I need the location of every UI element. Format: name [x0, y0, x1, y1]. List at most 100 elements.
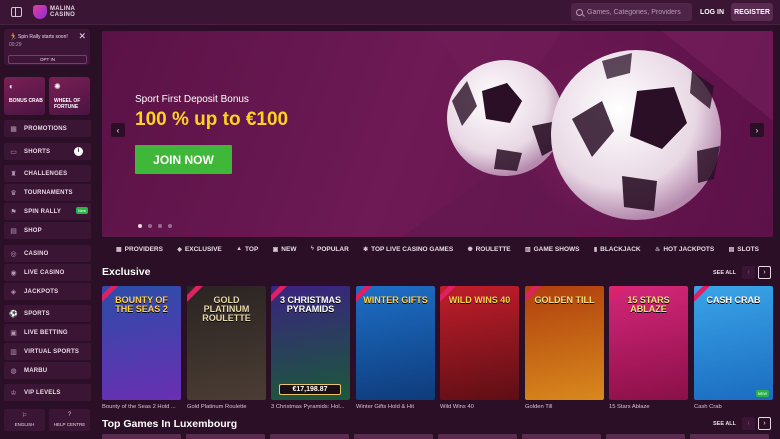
game-name[interactable]: Golden Till: [525, 404, 605, 410]
category-label: HOT JACKPOTS: [663, 245, 715, 253]
wheel-of-fortune-tile[interactable]: ✺ WHEEL OF FORTUNE: [49, 77, 90, 115]
banner-headline: 100 % up to €100: [135, 109, 289, 130]
see-all-link[interactable]: SEE ALL: [713, 421, 736, 427]
game-card[interactable]: GOLDEN TILL: [525, 286, 604, 400]
pagination-dot[interactable]: [148, 224, 152, 228]
game-name[interactable]: 15 Stars Ablaze: [609, 404, 689, 410]
info-icon[interactable]: i: [74, 147, 83, 156]
sidebar-item-shorts[interactable]: ▭ SHORTS i: [4, 143, 91, 160]
sidebar-item-virtual-sports[interactable]: ▥ VIRTUAL SPORTS: [4, 343, 91, 360]
game-card[interactable]: [690, 434, 769, 439]
pagination-dot[interactable]: [138, 224, 142, 228]
sidebar: 🏃 Spin Rally starts soon! 00:29 ✕ OPT IN…: [0, 25, 95, 439]
new-badge: New: [75, 207, 88, 214]
help-centre-button[interactable]: ? HELP CENTRE: [49, 409, 90, 431]
menu-toggle-icon[interactable]: [11, 7, 22, 17]
jackpot-amount: €17,198.87: [279, 384, 341, 395]
category-slots[interactable]: ▤ SLOTS: [729, 246, 759, 253]
fire-icon: ♨: [654, 246, 661, 253]
game-card[interactable]: [186, 434, 265, 439]
game-name[interactable]: Winter Gifts Hold & Hit: [356, 404, 436, 410]
game-name[interactable]: Wild Wins 40: [440, 404, 520, 410]
logo-line2: CASINO: [50, 12, 76, 18]
sidebar-item-promotions[interactable]: ▦ PROMOTIONS: [4, 120, 91, 137]
category-label: GAME SHOWS: [533, 245, 580, 253]
diamond-icon: ◆: [177, 246, 182, 253]
game-name[interactable]: Gold Platinum Roulette: [187, 404, 267, 410]
sidebar-item-tournaments[interactable]: ♛ TOURNAMENTS: [4, 184, 91, 201]
grid-icon: ▦: [116, 246, 122, 253]
sidebar-item-jackpots[interactable]: ◈ JACKPOTS: [4, 283, 91, 300]
bonus-crab-tile[interactable]: ◐ BONUS CRAB: [4, 77, 45, 115]
game-name[interactable]: Cash Crab: [694, 404, 774, 410]
opt-in-button[interactable]: OPT IN: [8, 55, 87, 64]
scroll-right-button[interactable]: ›: [758, 266, 771, 279]
spin-rally-notice: 🏃 Spin Rally starts soon! 00:29 ✕ OPT IN: [4, 29, 90, 65]
category-roulette[interactable]: ✺ ROULETTE: [468, 246, 511, 253]
sidebar-item-spin-rally[interactable]: ⚑ SPIN RALLY New: [4, 203, 91, 220]
sidebar-item-sports[interactable]: ⚽ SPORTS: [4, 305, 91, 322]
category-exclusive[interactable]: ◆ EXCLUSIVE: [177, 246, 221, 253]
category-label: NEW: [281, 245, 297, 253]
game-art-title: 3 CHRISTMAS PYRAMIDS: [279, 295, 341, 314]
sidebar-item-live-betting[interactable]: ▣ LIVE BETTING: [4, 324, 91, 341]
banner-title: Sport First Deposit Bonus: [135, 94, 249, 105]
crown-icon: ♔: [10, 389, 17, 397]
cart-icon: ▤: [10, 227, 17, 235]
register-button[interactable]: REGISTER: [731, 3, 773, 21]
login-button[interactable]: LOG IN: [697, 3, 727, 21]
section-title-top-games: Top Games In Luxembourg: [102, 418, 238, 430]
scroll-left-button[interactable]: ‹: [742, 417, 755, 430]
game-name[interactable]: Bounty of the Seas 2 Hold ...: [102, 404, 182, 410]
banner-prev-button[interactable]: ‹: [111, 123, 125, 137]
notice-timer: 00:29: [9, 42, 22, 48]
close-icon[interactable]: ✕: [78, 31, 86, 42]
category-popular[interactable]: ϟ POPULAR: [311, 246, 349, 253]
pagination-dot[interactable]: [168, 224, 172, 228]
scroll-left-button[interactable]: ‹: [742, 266, 755, 279]
sidebar-item-casino[interactable]: ◎ CASINO: [4, 245, 91, 262]
scroll-right-button[interactable]: ›: [758, 417, 771, 430]
category-blackjack[interactable]: ▮ BLACKJACK: [594, 246, 641, 253]
sidebar-item-vip-levels[interactable]: ♔ VIP LEVELS: [4, 384, 91, 401]
ball-icon: ⚽: [9, 310, 18, 318]
game-card[interactable]: BOUNTY OF THE SEAS 2: [102, 286, 181, 400]
game-card[interactable]: [438, 434, 517, 439]
category-top-live-casino[interactable]: ✱ TOP LIVE CASINO GAMES: [363, 246, 453, 253]
banner-next-button[interactable]: ›: [750, 123, 764, 137]
category-providers[interactable]: ▦ PROVIDERS: [116, 246, 163, 253]
search-icon: [576, 8, 583, 16]
game-card[interactable]: 15 STARS ABLAZE: [609, 286, 688, 400]
sidebar-item-label: PROMOTIONS: [24, 125, 68, 132]
pagination-dot[interactable]: [158, 224, 162, 228]
game-card[interactable]: [606, 434, 685, 439]
game-card[interactable]: [102, 434, 181, 439]
category-hot-jackpots[interactable]: ♨ HOT JACKPOTS: [655, 246, 714, 253]
search-input[interactable]: [587, 8, 687, 16]
game-card[interactable]: 3 CHRISTMAS PYRAMIDS €17,198.87: [271, 286, 350, 400]
category-game-shows[interactable]: ▥ GAME SHOWS: [525, 246, 580, 253]
hero-banner[interactable]: Sport First Deposit Bonus 100 % up to €1…: [102, 31, 773, 237]
game-card[interactable]: [354, 434, 433, 439]
category-top[interactable]: ▲ TOP: [236, 246, 258, 253]
language-button[interactable]: ⚐ ENGLISH: [4, 409, 45, 431]
game-card[interactable]: GOLD PLATINUM ROULETTE: [187, 286, 266, 400]
see-all-link[interactable]: SEE ALL: [713, 270, 736, 276]
live-casino-icon: ✱: [363, 246, 369, 253]
game-card[interactable]: WINTER GIFTS: [356, 286, 435, 400]
sidebar-item-challenges[interactable]: ♜ CHALLENGES: [4, 165, 91, 182]
search-box[interactable]: [571, 3, 692, 21]
game-card[interactable]: CASH CRAB NEW: [694, 286, 773, 400]
game-card[interactable]: WILD WINS 40: [440, 286, 519, 400]
category-new[interactable]: ▣ NEW: [273, 246, 297, 253]
sidebar-item-live-casino[interactable]: ◉ LIVE CASINO: [4, 264, 91, 281]
category-bar: ▦ PROVIDERS ◆ EXCLUSIVE ▲ TOP ▣ NEW ϟ POPULAR…: [102, 239, 773, 259]
game-card[interactable]: [522, 434, 601, 439]
sidebar-item-shop[interactable]: ▤ SHOP: [4, 222, 91, 239]
game-card[interactable]: [270, 434, 349, 439]
game-art-title: 15 STARS ABLAZE: [627, 295, 670, 314]
join-now-button[interactable]: JOIN NOW: [135, 145, 232, 174]
sidebar-item-marbu[interactable]: ◍ MARBU: [4, 362, 91, 379]
game-name[interactable]: 3 Christmas Pyramids: Hol...: [271, 404, 351, 410]
logo[interactable]: MALINA CASINO: [33, 5, 75, 19]
